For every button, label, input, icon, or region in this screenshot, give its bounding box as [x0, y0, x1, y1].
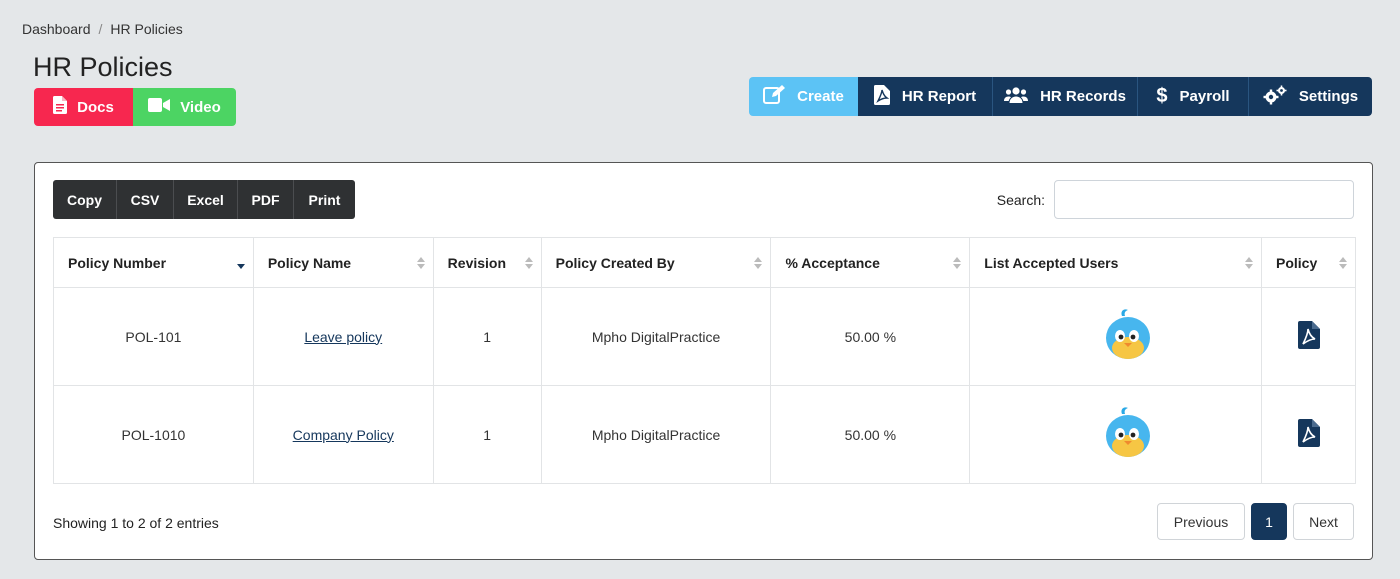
pdf-file-icon[interactable] [1297, 321, 1320, 352]
pagination: Previous 1 Next [1157, 503, 1354, 540]
header-accepted-users[interactable]: List Accepted Users [969, 237, 1262, 288]
create-label: Create [797, 88, 844, 105]
video-button[interactable]: Video [133, 88, 236, 126]
document-icon [53, 96, 68, 118]
blue-bird-avatar-icon[interactable] [1104, 407, 1152, 463]
excel-button[interactable]: Excel [174, 180, 238, 219]
header-acceptance[interactable]: % Acceptance [770, 237, 971, 288]
sort-icon [754, 256, 763, 269]
export-buttons: Copy CSV Excel PDF Print [53, 180, 355, 219]
cell-policy-number: POL-101 [53, 287, 254, 386]
pdf-file-icon[interactable] [1297, 419, 1320, 450]
print-button[interactable]: Print [294, 180, 355, 219]
next-page-button[interactable]: Next [1293, 503, 1354, 540]
sort-icon [1339, 256, 1347, 269]
header-label: Policy [1276, 254, 1318, 271]
breadcrumb-dashboard-link[interactable]: Dashboard [22, 21, 91, 37]
breadcrumb-current: HR Policies [110, 21, 183, 37]
header-label: Policy Created By [555, 254, 675, 271]
policies-card: Copy CSV Excel PDF Print Search: Policy … [34, 162, 1373, 560]
help-buttons: Docs Video [34, 88, 236, 126]
pdf-button[interactable]: PDF [238, 180, 294, 219]
edit-icon [763, 84, 786, 109]
header-policy-name[interactable]: Policy Name [252, 237, 434, 288]
header-created-by[interactable]: Policy Created By [540, 237, 772, 288]
breadcrumb-separator: / [98, 21, 103, 37]
cell-created-by: Mpho DigitalPractice [540, 287, 772, 386]
sort-icon [416, 256, 425, 269]
sort-icon [1245, 256, 1253, 269]
gears-icon [1263, 85, 1287, 109]
cell-revision: 1 [432, 385, 542, 484]
policy-name-link[interactable]: Company Policy [293, 427, 394, 443]
table-info: Showing 1 to 2 of 2 entries [53, 515, 219, 531]
table-header-row: Policy Number Policy Name Revision Polic… [53, 237, 1356, 288]
cell-policy-file [1261, 385, 1356, 484]
policy-name-link[interactable]: Leave policy [304, 329, 382, 345]
search-label: Search: [996, 191, 1045, 208]
cell-policy-name: Company Policy [252, 385, 434, 484]
dollar-icon: $ [1156, 85, 1168, 107]
sort-icon [953, 256, 962, 269]
header-label: Policy Number [68, 254, 167, 271]
settings-button[interactable]: Settings [1249, 77, 1372, 116]
hr-report-label: HR Report [901, 88, 977, 105]
header-label: % Acceptance [785, 254, 880, 271]
header-label: List Accepted Users [984, 254, 1119, 271]
search-input[interactable] [1054, 180, 1354, 219]
hr-records-label: HR Records [1040, 88, 1126, 105]
breadcrumb: Dashboard / HR Policies [22, 21, 183, 37]
cell-policy-name: Leave policy [252, 287, 434, 386]
video-camera-icon [148, 98, 171, 116]
previous-page-button[interactable]: Previous [1157, 503, 1245, 540]
copy-button[interactable]: Copy [53, 180, 117, 219]
header-policy[interactable]: Policy [1261, 237, 1356, 288]
cell-policy-file [1261, 287, 1356, 386]
page-title: HR Policies [33, 52, 173, 82]
users-icon [1004, 86, 1029, 107]
sort-desc-icon [236, 257, 245, 269]
hr-report-button[interactable]: HR Report [858, 77, 993, 116]
header-revision[interactable]: Revision [432, 237, 542, 288]
payroll-label: Payroll [1179, 88, 1230, 105]
docs-button[interactable]: Docs [34, 88, 133, 126]
video-label: Video [180, 98, 221, 116]
header-label: Policy Name [267, 254, 352, 271]
sort-icon [524, 256, 533, 269]
header-policy-number[interactable]: Policy Number [53, 237, 254, 288]
table-row: POL-1010 Company Policy 1 Mpho DigitalPr… [53, 385, 1356, 484]
header-label: Revision [447, 254, 507, 271]
pdf-file-icon [873, 84, 890, 109]
blue-bird-avatar-icon[interactable] [1104, 309, 1152, 365]
page-1-button[interactable]: 1 [1251, 503, 1287, 540]
cell-acceptance: 50.00 % [770, 287, 971, 386]
action-toolbar: Create HR Report HR Records $ Payroll Se… [749, 77, 1372, 116]
create-button[interactable]: Create [749, 77, 858, 116]
settings-label: Settings [1298, 88, 1359, 105]
cell-accepted-users [969, 385, 1262, 484]
cell-acceptance: 50.00 % [770, 385, 971, 484]
hr-records-button[interactable]: HR Records [993, 77, 1138, 116]
cell-accepted-users [969, 287, 1262, 386]
cell-created-by: Mpho DigitalPractice [540, 385, 772, 484]
table-row: POL-101 Leave policy 1 Mpho DigitalPract… [53, 287, 1356, 386]
policies-table: Policy Number Policy Name Revision Polic… [53, 237, 1356, 484]
cell-revision: 1 [432, 287, 542, 386]
csv-button[interactable]: CSV [117, 180, 174, 219]
payroll-button[interactable]: $ Payroll [1138, 77, 1249, 116]
docs-label: Docs [77, 98, 114, 116]
cell-policy-number: POL-1010 [53, 385, 254, 484]
search: Search: [997, 180, 1354, 219]
